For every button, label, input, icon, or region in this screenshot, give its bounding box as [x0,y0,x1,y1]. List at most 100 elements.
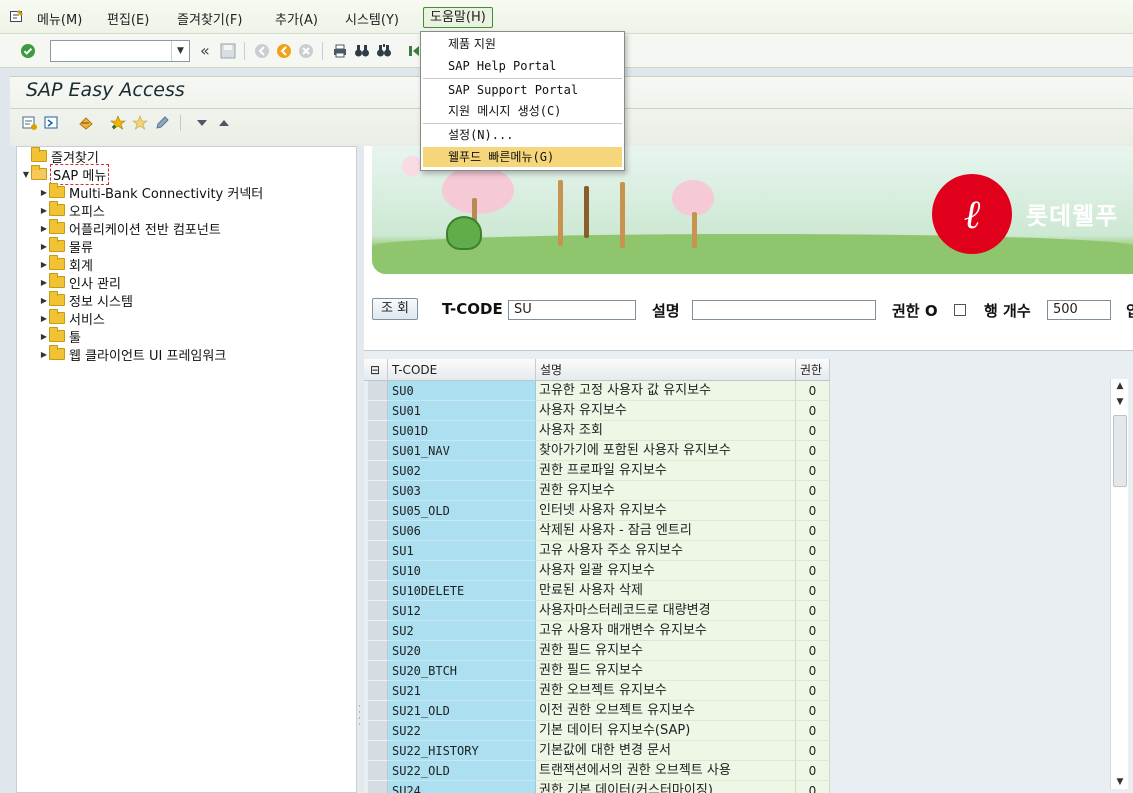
row-selector[interactable] [368,641,388,661]
table-row[interactable]: SU22_OLD 트랜잭션에서의 권한 오브젝트 사용 0 [364,761,830,781]
cell-tcode[interactable]: SU1 [388,541,536,561]
row-selector[interactable] [368,761,388,781]
menu-edit[interactable]: 편집(E) [107,9,149,28]
row-selector[interactable] [368,661,388,681]
tree-node-child[interactable]: ▶ Multi-Bank Connectivity 커넥터 [39,183,263,202]
cell-tcode[interactable]: SU01 [388,401,536,421]
menu-item-quick-menu[interactable]: 웰푸드 빠른메뉴(G) [423,147,622,167]
cell-tcode[interactable]: SU20_BTCH [388,661,536,681]
row-selector[interactable] [368,441,388,461]
row-selector[interactable] [368,521,388,541]
expand-right-icon[interactable]: ▶ [39,278,49,287]
app-menu-icon[interactable] [10,10,24,23]
scroll-down-icon[interactable]: ▼ [1111,397,1129,407]
tree-node-child[interactable]: ▶ 오피스 [39,201,105,220]
row-selector[interactable] [368,621,388,641]
table-row[interactable]: SU10DELETE 만료된 사용자 삭제 0 [364,581,830,601]
menu-item-settings[interactable]: 설정(N)... [423,125,622,145]
tree-node-child[interactable]: ▶ 툴 [39,327,81,346]
row-selector[interactable] [368,461,388,481]
change-menu-icon[interactable] [44,115,60,131]
cell-tcode[interactable]: SU0 [388,381,536,401]
menu-help[interactable]: 도움말(H) [423,7,493,28]
row-selector[interactable] [368,541,388,561]
row-selector[interactable] [368,481,388,501]
other-menu-icon[interactable] [22,115,38,131]
table-row[interactable]: SU01D 사용자 조회 0 [364,421,830,441]
table-row[interactable]: SU22_HISTORY 기본값에 대한 변경 문서 0 [364,741,830,761]
header-tcode[interactable]: T-CODE [388,359,536,381]
vertical-scrollbar[interactable]: ▲ ▼ ▼ [1110,379,1128,789]
row-count-input[interactable]: 500 [1047,300,1111,320]
create-role-icon[interactable] [78,115,94,131]
collapse-toolbar-icon[interactable]: « [200,41,210,60]
cell-tcode[interactable]: SU10DELETE [388,581,536,601]
expand-right-icon[interactable]: ▶ [39,224,49,233]
cell-tcode[interactable]: SU01_NAV [388,441,536,461]
row-selector[interactable] [368,741,388,761]
cell-tcode[interactable]: SU12 [388,601,536,621]
delete-favorite-icon[interactable] [132,115,148,131]
table-row[interactable]: SU1 고유 사용자 주소 유지보수 0 [364,541,830,561]
expand-right-icon[interactable]: ▶ [39,332,49,341]
find-next-icon[interactable] [376,43,392,59]
scroll-up-icon[interactable]: ▲ [1111,381,1129,391]
table-row[interactable]: SU22 기본 데이터 유지보수(SAP) 0 [364,721,830,741]
table-row[interactable]: SU2 고유 사용자 매개변수 유지보수 0 [364,621,830,641]
expand-down-icon[interactable]: ▼ [21,170,31,179]
table-row[interactable]: SU21_OLD 이전 권한 오브젝트 유지보수 0 [364,701,830,721]
menu-item-help-portal[interactable]: SAP Help Portal [423,56,622,76]
table-row[interactable]: SU01_NAV 찾아가기에 포함된 사용자 유지보수 0 [364,441,830,461]
exit-icon[interactable] [276,43,292,59]
tree-node-child[interactable]: ▶ 서비스 [39,309,105,328]
expand-right-icon[interactable]: ▶ [39,188,49,197]
header-description[interactable]: 설명 [536,359,796,381]
cell-tcode[interactable]: SU24 [388,781,536,793]
row-selector[interactable] [368,501,388,521]
cell-tcode[interactable]: SU22_OLD [388,761,536,781]
cell-tcode[interactable]: SU21_OLD [388,701,536,721]
table-row[interactable]: SU10 사용자 일괄 유지보수 0 [364,561,830,581]
menu-extras[interactable]: 추가(A) [275,9,318,28]
tree-node-child[interactable]: ▶ 회계 [39,255,93,274]
row-selector[interactable] [368,721,388,741]
tree-node-sap-menu[interactable]: ▼ SAP 메뉴 [21,163,110,185]
row-selector[interactable] [368,421,388,441]
cell-tcode[interactable]: SU22_HISTORY [388,741,536,761]
tree-node-child[interactable]: ▶ 어플리케이션 전반 컴포넌트 [39,219,221,238]
row-selector[interactable] [368,601,388,621]
edit-pencil-icon[interactable] [154,115,170,131]
row-selector[interactable] [368,561,388,581]
cell-tcode[interactable]: SU06 [388,521,536,541]
menu-favorites[interactable]: 즐겨찾기(F) [177,9,242,28]
tree-node-child[interactable]: ▶ 물류 [39,237,93,256]
expand-right-icon[interactable]: ▶ [39,314,49,323]
cell-tcode[interactable]: SU01D [388,421,536,441]
cell-tcode[interactable]: SU2 [388,621,536,641]
tree-node-child[interactable]: ▶ 정보 시스템 [39,291,133,310]
table-row[interactable]: SU02 권한 프로파일 유지보수 0 [364,461,830,481]
menu-item-support-portal[interactable]: SAP Support Portal [423,80,622,100]
find-icon[interactable] [354,43,370,59]
cell-tcode[interactable]: SU03 [388,481,536,501]
row-selector[interactable] [368,681,388,701]
save-icon[interactable] [220,43,236,59]
search-button[interactable]: 조 회 [372,298,418,320]
expand-right-icon[interactable]: ▶ [39,350,49,359]
cell-tcode[interactable]: SU22 [388,721,536,741]
scroll-thumb[interactable] [1113,415,1127,487]
header-authority[interactable]: 권한 [796,359,830,381]
scroll-down-icon[interactable]: ▼ [1111,777,1129,787]
menu-item-create-support-message[interactable]: 지원 메시지 생성(C) [423,101,622,121]
cancel-icon[interactable] [298,43,314,59]
tree-node-favorites[interactable]: 즐겨찾기 [21,147,99,166]
table-row[interactable]: SU20_BTCH 권한 필드 유지보수 0 [364,661,830,681]
tcode-input[interactable]: SU [508,300,636,320]
cell-tcode[interactable]: SU20 [388,641,536,661]
row-selector[interactable] [368,581,388,601]
menu-menu[interactable]: 메뉴(M) [37,9,82,28]
table-row[interactable]: SU0 고유한 고정 사용자 값 유지보수 0 [364,381,830,401]
layout-icon[interactable]: ⊟ [368,359,388,381]
pane-splitter[interactable]: · · · · [356,146,364,793]
move-up-icon[interactable] [216,115,232,131]
